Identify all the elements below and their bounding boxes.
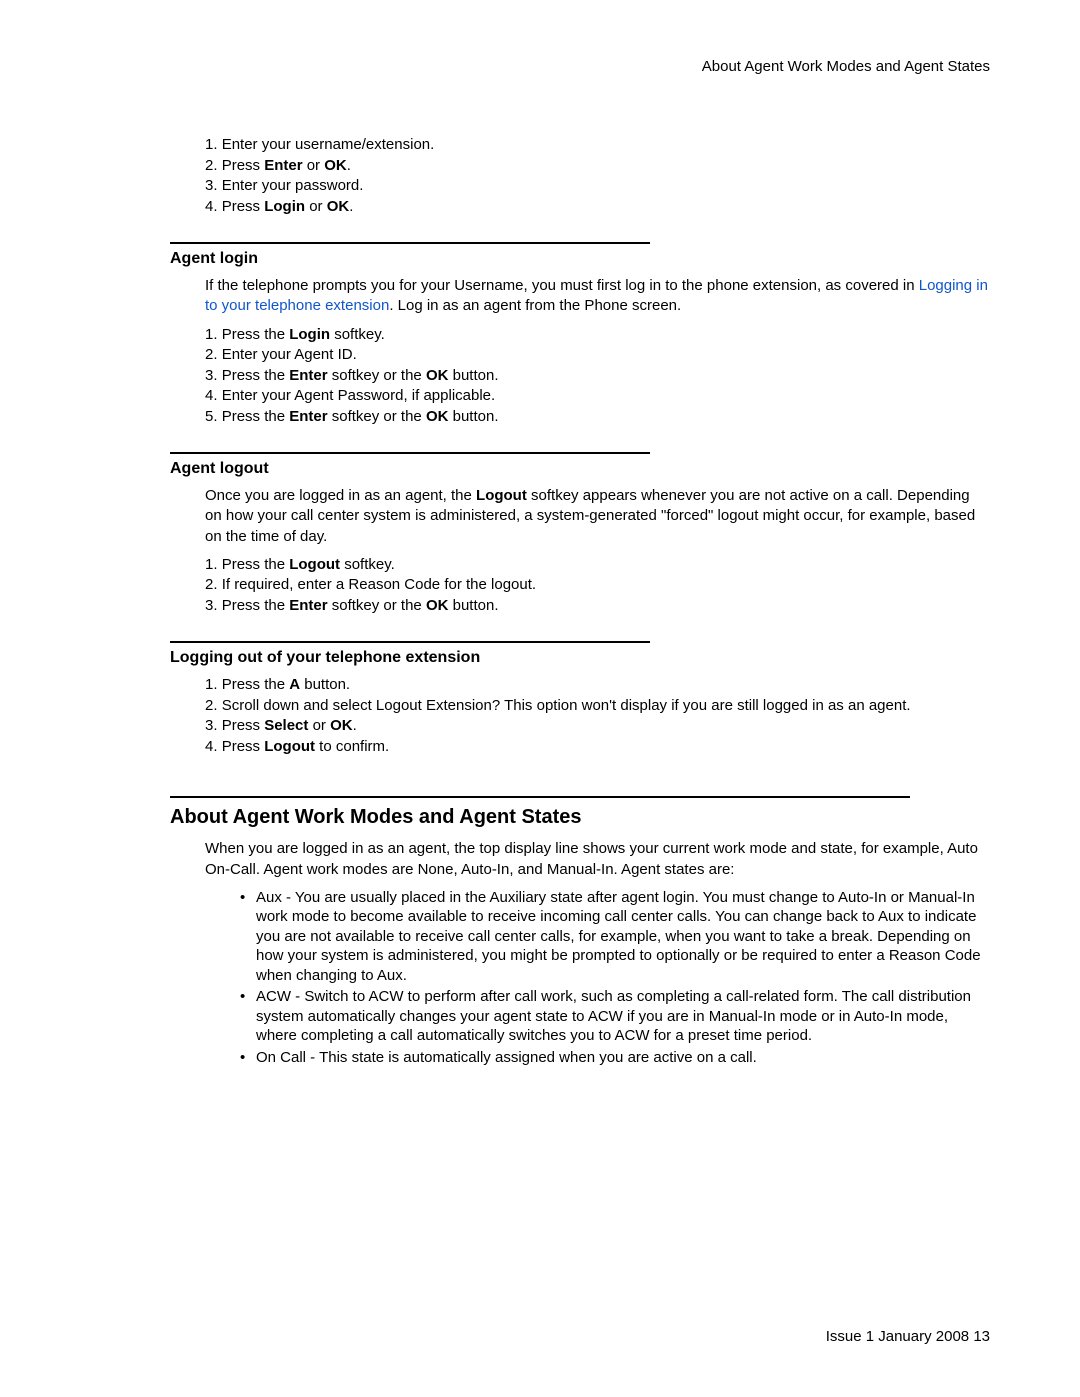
text-bold: Enter [289, 597, 327, 614]
text: button. [300, 676, 350, 693]
text: softkey or the [328, 597, 426, 614]
list-item: Enter your username/extension. [205, 135, 990, 155]
divider [170, 641, 650, 643]
list-item: Press the Enter softkey or the OK button… [205, 596, 990, 616]
agent-logout-steps: Press the Logout softkey. If required, e… [205, 555, 990, 616]
text: Press the [222, 326, 290, 343]
text-bold: Enter [289, 367, 327, 384]
text-bold: OK [330, 717, 353, 734]
text: . [353, 717, 357, 734]
text-bold: Logout [264, 738, 315, 755]
text: softkey. [330, 326, 385, 343]
list-item: Press the Enter softkey or the OK button… [205, 366, 990, 386]
text: Enter your username/extension. [222, 136, 435, 153]
text: Enter your Agent Password, if applicable… [222, 387, 496, 404]
text-bold: OK [324, 157, 347, 174]
paragraph: Once you are logged in as an agent, the … [205, 486, 990, 547]
list-item: Press Logout to confirm. [205, 737, 990, 757]
text: or [308, 717, 330, 734]
text: Press the [222, 408, 290, 425]
list-item: Scroll down and select Logout Extension?… [205, 696, 990, 716]
divider [170, 796, 910, 798]
text: If required, enter a Reason Code for the… [222, 576, 536, 593]
text: Press the [222, 597, 290, 614]
text: Press [222, 157, 265, 174]
list-item: Aux - You are usually placed in the Auxi… [240, 888, 990, 986]
text: . Log in as an agent from the Phone scre… [389, 297, 681, 314]
paragraph: When you are logged in as an agent, the … [205, 839, 990, 880]
text: softkey or the [328, 367, 426, 384]
list-item: ACW - Switch to ACW to perform after cal… [240, 987, 990, 1046]
text: . [349, 198, 353, 215]
list-item: Press Enter or OK. [205, 156, 990, 176]
text-bold: Login [289, 326, 330, 343]
text: or [305, 198, 327, 215]
heading-logout-extension: Logging out of your telephone extension [170, 649, 990, 667]
list-item: Press the Login softkey. [205, 325, 990, 345]
text: button. [448, 597, 498, 614]
text-bold: Login [264, 198, 305, 215]
list-item: Enter your Agent ID. [205, 345, 990, 365]
list-item: Press the Logout softkey. [205, 555, 990, 575]
heading-agent-logout: Agent logout [170, 460, 990, 478]
text-bold: A [289, 676, 300, 693]
text: Press [222, 198, 265, 215]
running-header: About Agent Work Modes and Agent States [90, 58, 990, 75]
text: Enter your Agent ID. [222, 346, 357, 363]
text: Press [222, 738, 265, 755]
list-item: Enter your Agent Password, if applicable… [205, 386, 990, 406]
list-item: Press Login or OK. [205, 197, 990, 217]
text: Scroll down and select Logout Extension?… [222, 697, 911, 714]
text-bold: OK [426, 597, 449, 614]
text: Once you are logged in as an agent, the [205, 487, 476, 504]
list-item: Press the Enter softkey or the OK button… [205, 407, 990, 427]
text-bold: Select [264, 717, 308, 734]
page: About Agent Work Modes and Agent States … [0, 0, 1080, 1397]
text-bold: OK [426, 367, 449, 384]
agent-login-steps: Press the Login softkey. Enter your Agen… [205, 325, 990, 427]
heading-agent-login: Agent login [170, 250, 990, 268]
text: softkey or the [328, 408, 426, 425]
list-item: If required, enter a Reason Code for the… [205, 575, 990, 595]
footer-page-number: 13 [973, 1328, 990, 1345]
text: softkey. [340, 556, 395, 573]
list-item: Press Select or OK. [205, 716, 990, 736]
list-item: On Call - This state is automatically as… [240, 1048, 990, 1068]
text: . [347, 157, 351, 174]
paragraph: If the telephone prompts you for your Us… [205, 276, 990, 317]
logout-extension-steps: Press the A button. Scroll down and sele… [205, 675, 990, 756]
footer-issue: Issue 1 January 2008 [826, 1328, 974, 1345]
intro-steps: Enter your username/extension. Press Ent… [205, 135, 990, 216]
text: button. [448, 367, 498, 384]
list-item: Press the A button. [205, 675, 990, 695]
list-item: Enter your password. [205, 176, 990, 196]
text-bold: Enter [289, 408, 327, 425]
text: or [303, 157, 325, 174]
text-bold: OK [426, 408, 449, 425]
text: Press [222, 717, 265, 734]
text-bold: Logout [289, 556, 340, 573]
text: to confirm. [315, 738, 389, 755]
text-bold: Logout [476, 487, 527, 504]
page-footer: Issue 1 January 2008 13 [826, 1328, 990, 1345]
text: Enter your password. [222, 177, 364, 194]
text: button. [448, 408, 498, 425]
heading-work-modes: About Agent Work Modes and Agent States [170, 806, 990, 829]
text: Press the [222, 556, 290, 573]
text: Press the [222, 676, 290, 693]
text-bold: OK [327, 198, 350, 215]
divider [170, 242, 650, 244]
text: If the telephone prompts you for your Us… [205, 277, 919, 294]
agent-states-list: Aux - You are usually placed in the Auxi… [240, 888, 990, 1068]
text-bold: Enter [264, 157, 302, 174]
divider [170, 452, 650, 454]
text: Press the [222, 367, 290, 384]
